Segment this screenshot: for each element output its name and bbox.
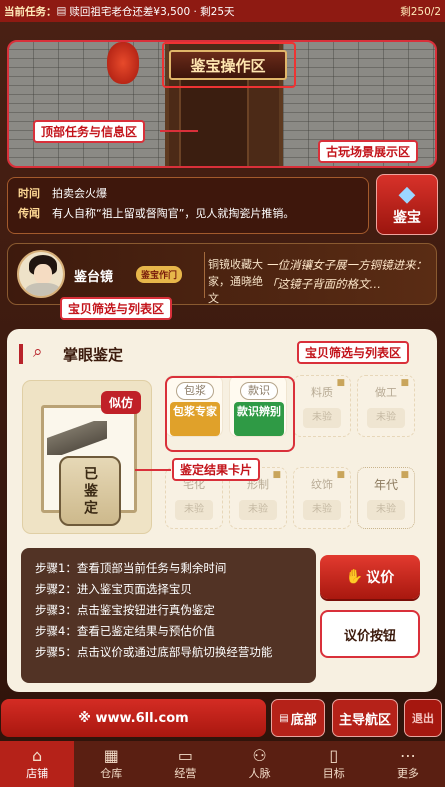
rumor-key: 传闻 — [18, 207, 40, 220]
people-icon: ⚇ — [252, 746, 267, 765]
diamond-icon: ◆ — [398, 181, 416, 207]
nav-warehouse[interactable]: ▦ 仓库 — [74, 741, 148, 787]
site-url-bar[interactable]: ※ www.6ll.com — [1, 699, 266, 737]
attr-cell-pattern[interactable]: ■ 纹饰 未验 — [293, 467, 351, 529]
exit-button[interactable]: 退出 — [404, 699, 442, 737]
anno-line — [135, 469, 171, 471]
anno-filter: 宝贝筛选与列表区 — [297, 341, 410, 364]
attr-cell-era[interactable]: ■ 年代 未验 — [357, 467, 415, 529]
character-row[interactable]: 鉴台镜 鉴宝作门 铜镜收藏大家，通晓绝文 一位消镶女子展一方铜镜进来：「这镜子背… — [7, 243, 437, 305]
handshake-icon: ✋ — [345, 569, 364, 585]
step-item: 步骤2：进入鉴宝页面选择宝贝 — [35, 582, 192, 596]
anno-top-info: 顶部任务与信息区 — [33, 120, 146, 143]
nav-business[interactable]: ▭ 经营 — [148, 741, 222, 787]
main-nav-button[interactable]: 主导航区 — [332, 699, 398, 737]
step-item: 步骤3：点击鉴宝按钮进行真伪鉴定 — [35, 603, 215, 617]
bottom-nav: ⌂ 店铺 ▦ 仓库 ▭ 经营 ⚇ 人脉 ▯ 目标 ⋯ 更多 — [0, 741, 445, 787]
appraise-label: 鉴宝 — [393, 209, 421, 226]
step-item: 步骤4：查看已鉴定结果与预估价值 — [35, 624, 215, 638]
anno-filter-top: 宝贝筛选与列表区 — [60, 297, 173, 320]
nav-more[interactable]: ⋯ 更多 — [371, 741, 445, 787]
book-icon: ▤ — [56, 5, 67, 17]
appraisal-panel: ⌕ 掌眼鉴定 宝贝筛选与列表区 似仿 已鉴定 包浆 包浆专家 款识 款识辨别 ■ 料质… — [7, 329, 437, 692]
appraise-button[interactable]: ◆ 鉴宝 — [376, 174, 438, 235]
plaque-outline — [162, 42, 296, 88]
app-root: { "topbar":{"task_label":"当前任务：","task_i… — [0, 0, 445, 787]
steps-list: 步骤1：查看顶部当前任务与剩余时间 步骤2：进入鉴宝页面选择宝贝 步骤3：点击鉴… — [21, 548, 316, 683]
status-badge: 似仿 — [100, 391, 141, 414]
grid-highlight — [165, 376, 295, 452]
bargain-button-label: 议价按钮 — [320, 610, 420, 658]
bottom-button[interactable]: ▤ 底部 — [271, 699, 325, 737]
magnifier-icon: ⌕ — [33, 342, 43, 362]
task-label: 当前任务： — [4, 5, 57, 18]
door — [179, 76, 249, 166]
rumor-value: 有人自称“祖上留或督陶官”，见人就掏瓷片推销。 — [52, 207, 295, 220]
nav-shop[interactable]: ⌂ 店铺 — [0, 741, 75, 787]
character-desc: 铜镜收藏大家，通晓绝文 — [208, 258, 263, 305]
character-tag: 鉴宝作门 — [136, 266, 183, 283]
avatar — [17, 250, 65, 298]
step-item: 步骤1：查看顶部当前任务与剩余时间 — [35, 561, 227, 575]
nav-goal[interactable]: ▯ 目标 — [297, 741, 371, 787]
attr-cell-craft[interactable]: ■ 做工 未验 — [357, 375, 415, 437]
attr-cell-material[interactable]: ■ 料质 未验 — [293, 375, 351, 437]
character-name: 鉴台镜 — [74, 270, 114, 285]
step-item: 步骤5：点击议价或通过底部导航切换经营功能 — [35, 645, 273, 659]
info-strip: 时间 拍卖会火爆 传闻 有人自称“祖上留或督陶官”，见人就掏瓷片推销。 — [7, 177, 369, 234]
task-text: 赎回祖宅老仓还差¥3,500 · 剩25天 — [69, 5, 235, 18]
appraised-stamp: 已鉴定 — [59, 456, 121, 526]
panel-title: 掌眼鉴定 — [63, 346, 124, 364]
top-task-bar: 当前任务： ▤ 赎回祖宅老仓还差¥3,500 · 剩25天 剩250/2 — [0, 0, 445, 22]
remaining-count: 剩250/2 — [400, 6, 441, 18]
time-key: 时间 — [18, 187, 40, 200]
character-speech: 一位消镶女子展一方铜镜进来：「这镜子背面的格文… — [266, 258, 427, 291]
title-accent — [19, 344, 23, 364]
warehouse-icon: ▦ — [103, 746, 119, 765]
painting-art — [47, 421, 107, 455]
lantern-icon — [107, 42, 139, 84]
anno-scene: 古玩场景展示区 — [318, 140, 419, 163]
item-card[interactable]: 似仿 已鉴定 — [23, 381, 151, 533]
nav-network[interactable]: ⚇ 人脉 — [223, 741, 297, 787]
divider — [204, 252, 205, 298]
target-icon: ▯ — [329, 746, 339, 765]
more-icon: ⋯ — [399, 746, 416, 765]
time-value: 拍卖会火爆 — [52, 187, 107, 200]
ledger-icon: ▭ — [177, 746, 193, 765]
anno-line — [160, 130, 198, 132]
shop-icon: ⌂ — [32, 746, 43, 765]
anno-result: 鉴定结果卡片 — [172, 458, 261, 481]
bargain-button[interactable]: ✋ 议价 — [320, 555, 420, 599]
